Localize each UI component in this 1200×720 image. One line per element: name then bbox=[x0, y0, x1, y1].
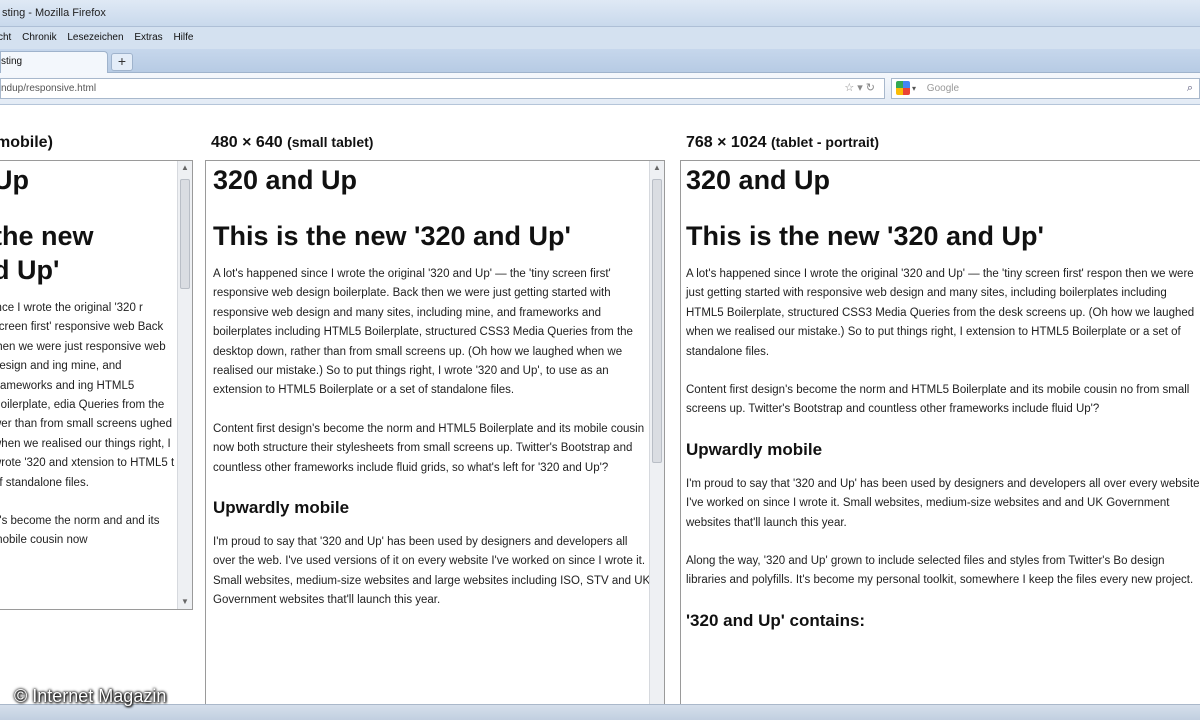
scroll-down-icon[interactable]: ▼ bbox=[178, 595, 192, 609]
menu-item-help[interactable]: Hilfe bbox=[173, 32, 193, 43]
search-input[interactable]: Google bbox=[927, 83, 959, 94]
viewport-description: (tablet - portrait) bbox=[770, 134, 880, 150]
viewport-frame-small-tablet[interactable]: 320 and Up This is the new '320 and Up' … bbox=[205, 160, 665, 704]
paragraph: A lot's happened since I wrote the origi… bbox=[686, 268, 1195, 358]
menu-item-tools[interactable]: Extras bbox=[134, 32, 162, 43]
window-title-bar: sting - Mozilla Firefox bbox=[0, 0, 1200, 27]
page-content: mobile) Up the newd Up' ince I wrote the… bbox=[0, 106, 1200, 704]
viewport-description: (small tablet) bbox=[287, 134, 374, 150]
search-bar[interactable]: ▾ Google ⌕ bbox=[891, 78, 1200, 99]
menu-bar: cht Chronik Lesezeichen Extras Hilfe bbox=[0, 27, 1200, 49]
menu-item-bookmarks[interactable]: Lesezeichen bbox=[67, 32, 123, 43]
viewport-size: mobile) bbox=[0, 134, 53, 151]
window-title: sting - Mozilla Firefox bbox=[2, 7, 106, 19]
viewport-frame-mobile[interactable]: Up the newd Up' ince I wrote the origina… bbox=[0, 160, 193, 610]
paragraph: A lot's happened since I wrote the origi… bbox=[213, 268, 633, 397]
viewport-size: 768 × 1024 bbox=[686, 134, 767, 151]
viewport-label-tablet-portrait: 768 × 1024 (tablet - portrait) bbox=[686, 134, 879, 152]
page-subheading: the newd Up' bbox=[0, 221, 94, 285]
page-heading: 320 and Up bbox=[686, 165, 831, 195]
scrollbar-thumb[interactable] bbox=[180, 179, 190, 289]
status-bar bbox=[0, 704, 1200, 720]
reload-icon[interactable]: ↻ bbox=[866, 82, 878, 94]
paragraph: I'm proud to say that '320 and Up' has b… bbox=[686, 477, 1200, 529]
google-logo-icon[interactable] bbox=[896, 81, 910, 95]
scroll-up-icon[interactable]: ▲ bbox=[650, 161, 664, 175]
scrollbar-thumb[interactable] bbox=[652, 179, 662, 463]
menu-item-view[interactable]: cht bbox=[0, 32, 11, 43]
page-subheading: This is the new '320 and Up' bbox=[686, 221, 1044, 251]
tab-label: sting bbox=[1, 56, 23, 67]
paragraph: ince I wrote the original '320 r screen … bbox=[0, 302, 175, 489]
tab-active[interactable]: sting bbox=[0, 51, 108, 73]
section-heading: Upwardly mobile bbox=[213, 498, 350, 518]
scrollbar-vertical[interactable]: ▲ ▼ bbox=[177, 161, 192, 609]
menu-item-history[interactable]: Chronik bbox=[22, 32, 56, 43]
page-subheading: This is the new '320 and Up' bbox=[213, 221, 571, 251]
watermark: © Internet Magazin bbox=[14, 686, 167, 706]
bookmark-star-icon[interactable]: ☆ bbox=[844, 82, 857, 94]
new-tab-button[interactable]: + bbox=[111, 53, 133, 71]
viewport-frame-tablet-portrait[interactable]: 320 and Up This is the new '320 and Up' … bbox=[680, 160, 1200, 704]
paragraph: n's become the norm and and its mobile c… bbox=[0, 515, 160, 547]
paragraph: Content first design's become the norm a… bbox=[213, 422, 645, 474]
paragraph: Along the way, '320 and Up' grown to inc… bbox=[686, 555, 1194, 587]
search-icon[interactable]: ⌕ bbox=[1187, 79, 1193, 98]
section-heading: '320 and Up' contains: bbox=[686, 610, 866, 630]
url-text: ndup/responsive.html bbox=[1, 83, 97, 94]
tab-bar: sting + bbox=[0, 49, 1200, 73]
viewport-size: 480 × 640 bbox=[211, 134, 283, 151]
scroll-up-icon[interactable]: ▲ bbox=[178, 161, 192, 175]
viewport-label-mobile: mobile) bbox=[0, 134, 53, 152]
search-engine-dropdown-icon[interactable]: ▾ bbox=[912, 84, 916, 93]
url-bar[interactable]: ndup/responsive.html ☆▾↻ bbox=[0, 78, 885, 99]
page-heading: Up bbox=[0, 165, 29, 195]
page-heading: 320 and Up bbox=[213, 165, 358, 195]
paragraph: Content first design's become the norm a… bbox=[686, 384, 1190, 416]
dropdown-arrow-icon[interactable]: ▾ bbox=[857, 82, 866, 94]
section-heading: Upwardly mobile bbox=[686, 439, 823, 459]
navigation-toolbar: ndup/responsive.html ☆▾↻ ▾ Google ⌕ bbox=[0, 73, 1200, 105]
viewport-label-small-tablet: 480 × 640 (small tablet) bbox=[211, 134, 373, 152]
paragraph: I'm proud to say that '320 and Up' has b… bbox=[213, 536, 651, 607]
scrollbar-vertical[interactable]: ▲ bbox=[649, 161, 664, 704]
